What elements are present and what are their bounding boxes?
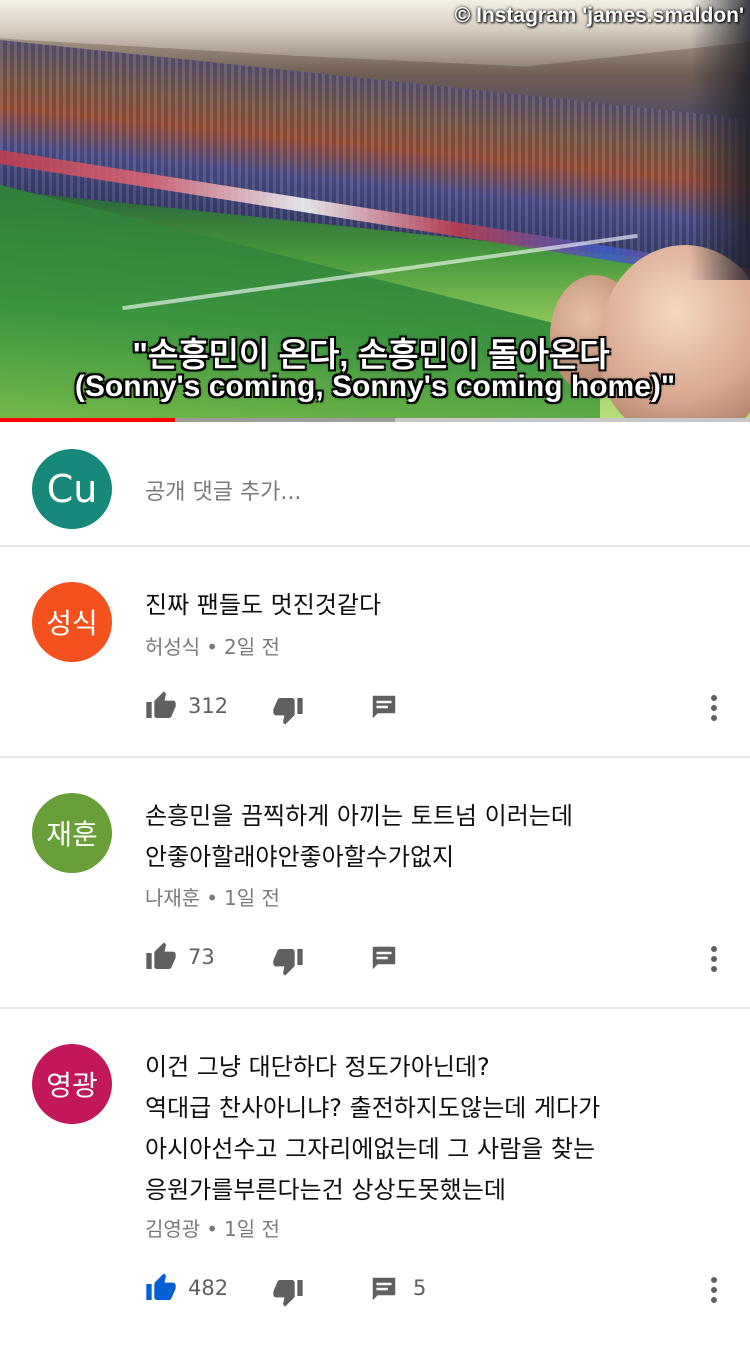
comment-text-line: 손흥민을 끔찍하게 아끼는 토트넘 이러는데: [145, 802, 573, 830]
comment-actions: 482 5: [0, 1272, 750, 1312]
like-count: 482: [188, 1276, 229, 1300]
comment-text-line: 역대급 찬사아니냐? 출전하지도않는데 게다가: [145, 1094, 601, 1122]
more-vertical-icon[interactable]: [702, 690, 726, 726]
comment-text: 손흥민을 끔찍하게 아끼는 토트넘 이러는데 안좋아할래야안좋아할수가없지: [145, 796, 573, 878]
comment-meta: 김영광 • 1일 전: [145, 1213, 280, 1242]
thumb-down-icon[interactable]: [272, 1276, 304, 1308]
add-comment-row[interactable]: Cu 공개 댓글 추가...: [0, 422, 750, 547]
thumb-up-icon[interactable]: [145, 1272, 177, 1304]
comment-icon[interactable]: [369, 943, 399, 973]
comment-actions: 312: [0, 690, 750, 730]
video-shadow: [690, 0, 750, 280]
avatar[interactable]: 성식: [32, 582, 112, 662]
video-player[interactable]: © Instagram 'james.smaldon' "손흥민이 온다, 손흥…: [0, 0, 750, 418]
comment-text: 진짜 팬들도 멋진것같다: [145, 585, 381, 626]
comment-item: 영광 이건 그냥 대단하다 정도가아닌데? 역대급 찬사아니냐? 출전하지도않는…: [0, 1011, 750, 1351]
meta-separator: •: [206, 1217, 218, 1241]
comment-text-line: 안좋아할래야안좋아할수가없지: [145, 843, 455, 871]
comment-author[interactable]: 허성식: [145, 635, 200, 659]
comment-item: 성식 진짜 팬들도 멋진것같다 허성식 • 2일 전 312: [0, 549, 750, 758]
avatar: Cu: [32, 449, 112, 529]
comment-author[interactable]: 김영광: [145, 1217, 200, 1241]
add-comment-input[interactable]: 공개 댓글 추가...: [145, 474, 301, 506]
comment-time: 2일 전: [224, 635, 280, 659]
thumb-down-icon[interactable]: [272, 694, 304, 726]
more-vertical-icon[interactable]: [702, 1272, 726, 1308]
reply-count: 5: [413, 1276, 427, 1300]
video-credit: © Instagram 'james.smaldon': [454, 4, 744, 27]
comment-text-line: 아시아선수고 그자리에없는데 그 사람을 찾는: [145, 1135, 596, 1163]
video-subtitle-line2: (Sonny's coming, Sonny's coming home)": [74, 370, 676, 403]
meta-separator: •: [206, 886, 218, 910]
comment-text: 이건 그냥 대단하다 정도가아닌데? 역대급 찬사아니냐? 출전하지도않는데 게…: [145, 1047, 600, 1211]
avatar[interactable]: 영광: [32, 1044, 112, 1124]
meta-separator: •: [206, 635, 218, 659]
comment-icon[interactable]: [369, 692, 399, 722]
like-count: 312: [188, 694, 229, 718]
comment-text-line: 진짜 팬들도 멋진것같다: [145, 591, 382, 619]
thumb-up-icon[interactable]: [145, 941, 177, 973]
comment-actions: 73: [0, 941, 750, 981]
thumb-up-icon[interactable]: [145, 690, 177, 722]
comment-time: 1일 전: [224, 1217, 280, 1241]
comment-item: 재훈 손흥민을 끔찍하게 아끼는 토트넘 이러는데 안좋아할래야안좋아할수가없지…: [0, 760, 750, 1009]
comment-text-line: 응원가를부른다는건 상상도못했는데: [145, 1176, 506, 1204]
comment-author[interactable]: 나재훈: [145, 886, 200, 910]
comment-time: 1일 전: [224, 886, 280, 910]
comment-icon[interactable]: [369, 1274, 399, 1304]
video-subtitle-line1: "손흥민이 온다, 손흥민이 돌아온다: [132, 336, 610, 373]
more-vertical-icon[interactable]: [702, 941, 726, 977]
comment-text-line: 이건 그냥 대단하다 정도가아닌데?: [145, 1053, 490, 1081]
comment-meta: 나재훈 • 1일 전: [145, 882, 280, 911]
like-count: 73: [188, 945, 215, 969]
thumb-down-icon[interactable]: [272, 945, 304, 977]
avatar[interactable]: 재훈: [32, 793, 112, 873]
comment-meta: 허성식 • 2일 전: [145, 631, 280, 660]
